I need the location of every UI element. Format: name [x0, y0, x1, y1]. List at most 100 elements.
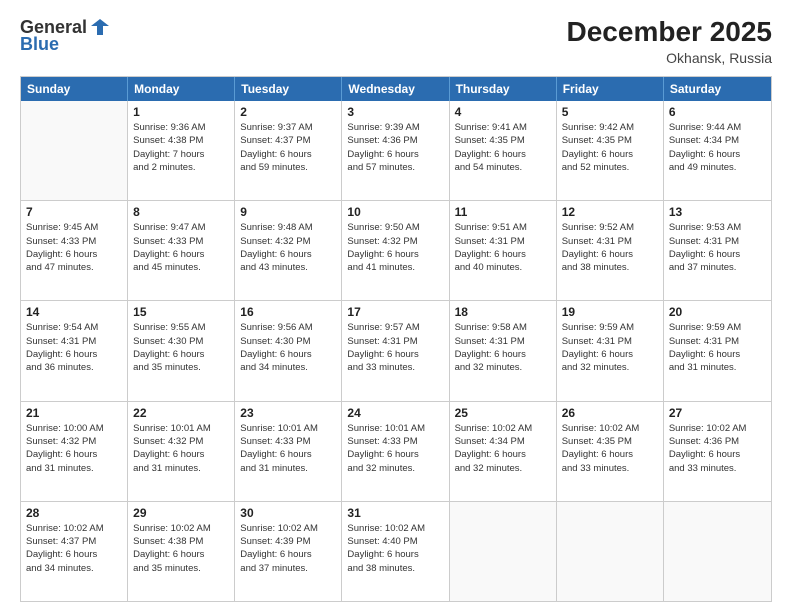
cell-info-line: Sunset: 4:38 PM	[133, 535, 229, 548]
cell-info-line: Sunset: 4:31 PM	[26, 335, 122, 348]
calendar-cell: 15 Sunrise: 9:55 AMSunset: 4:30 PMDayligh…	[128, 301, 235, 400]
day-number: 23	[240, 406, 336, 420]
calendar-body: 1Sunrise: 9:36 AMSunset: 4:38 PMDaylight…	[21, 101, 771, 601]
calendar-cell: 8Sunrise: 9:47 AMSunset: 4:33 PMDaylight…	[128, 201, 235, 300]
cell-info-line: Sunset: 4:33 PM	[26, 235, 122, 248]
cell-info-line: Sunrise: 9:51 AM	[455, 221, 551, 234]
cell-info-line: Daylight: 6 hours	[133, 348, 229, 361]
day-number: 8	[133, 205, 229, 219]
cell-info-line: and 32 minutes.	[455, 462, 551, 475]
cell-info-line: and 45 minutes.	[133, 261, 229, 274]
cell-info-line: and 35 minutes.	[133, 361, 229, 374]
cell-info-line: Daylight: 6 hours	[455, 148, 551, 161]
cell-info-line: Daylight: 6 hours	[347, 448, 443, 461]
cell-info-line: Sunrise: 10:01 AM	[240, 422, 336, 435]
header-day-saturday: Saturday	[664, 77, 771, 101]
cell-info-line: Sunset: 4:32 PM	[240, 235, 336, 248]
cell-info-line: and 31 minutes.	[669, 361, 766, 374]
cell-info-line: Sunset: 4:37 PM	[240, 134, 336, 147]
calendar-cell: 26Sunrise: 10:02 AMSunset: 4:35 PMDaylig…	[557, 402, 664, 501]
cell-info-line: Daylight: 6 hours	[26, 348, 122, 361]
cell-info-line: Sunset: 4:31 PM	[562, 335, 658, 348]
cell-info-line: Daylight: 7 hours	[133, 148, 229, 161]
cell-info-line: Sunrise: 9:44 AM	[669, 121, 766, 134]
cell-info-line: Sunset: 4:33 PM	[240, 435, 336, 448]
cell-info-line: Sunrise: 10:00 AM	[26, 422, 122, 435]
cell-info-line: Daylight: 6 hours	[455, 248, 551, 261]
cell-info-line: Daylight: 6 hours	[240, 548, 336, 561]
cell-info-line: Sunrise: 9:47 AM	[133, 221, 229, 234]
cell-info-line: Daylight: 6 hours	[455, 348, 551, 361]
location: Okhansk, Russia	[567, 50, 772, 66]
calendar-cell: 22Sunrise: 10:01 AMSunset: 4:32 PMDaylig…	[128, 402, 235, 501]
calendar-cell: 17Sunrise: 9:57 AMSunset: 4:31 PMDayligh…	[342, 301, 449, 400]
calendar-cell: 29Sunrise: 10:02 AMSunset: 4:38 PMDaylig…	[128, 502, 235, 601]
cell-info-line: and 41 minutes.	[347, 261, 443, 274]
cell-info-line: and 34 minutes.	[240, 361, 336, 374]
cell-info-line: and 43 minutes.	[240, 261, 336, 274]
day-number: 17	[347, 305, 443, 319]
cell-info-line: and 38 minutes.	[562, 261, 658, 274]
calendar-cell: 10Sunrise: 9:50 AMSunset: 4:32 PMDayligh…	[342, 201, 449, 300]
day-number: 1	[133, 105, 229, 119]
cell-info-line: and 31 minutes.	[240, 462, 336, 475]
calendar-week-5: 28Sunrise: 10:02 AMSunset: 4:37 PMDaylig…	[21, 502, 771, 601]
cell-info-line: Sunset: 4:35 PM	[455, 134, 551, 147]
calendar-cell	[21, 101, 128, 200]
cell-info-line: Sunrise: 10:02 AM	[240, 522, 336, 535]
cell-info-line: Sunset: 4:32 PM	[133, 435, 229, 448]
cell-info-line: and 36 minutes.	[26, 361, 122, 374]
day-number: 7	[26, 205, 122, 219]
calendar-cell: 16Sunrise: 9:56 AMSunset: 4:30 PMDayligh…	[235, 301, 342, 400]
cell-info-line: Sunset: 4:34 PM	[455, 435, 551, 448]
calendar-cell: 19Sunrise: 9:59 AMSunset: 4:31 PMDayligh…	[557, 301, 664, 400]
cell-info-line: Sunrise: 9:56 AM	[240, 321, 336, 334]
cell-info-line: and 59 minutes.	[240, 161, 336, 174]
cell-info-line: and 38 minutes.	[347, 562, 443, 575]
day-number: 14	[26, 305, 122, 319]
calendar-cell: 24Sunrise: 10:01 AMSunset: 4:33 PMDaylig…	[342, 402, 449, 501]
cell-info-line: Sunset: 4:30 PM	[133, 335, 229, 348]
cell-info-line: Sunset: 4:36 PM	[669, 435, 766, 448]
calendar-cell: 25Sunrise: 10:02 AMSunset: 4:34 PMDaylig…	[450, 402, 557, 501]
day-number: 4	[455, 105, 551, 119]
cell-info-line: Daylight: 6 hours	[562, 248, 658, 261]
calendar-cell: 28Sunrise: 10:02 AMSunset: 4:37 PMDaylig…	[21, 502, 128, 601]
calendar-cell: 18Sunrise: 9:58 AMSunset: 4:31 PMDayligh…	[450, 301, 557, 400]
cell-info-line: Daylight: 6 hours	[669, 348, 766, 361]
cell-info-line: and 33 minutes.	[669, 462, 766, 475]
cell-info-line: Sunrise: 9:45 AM	[26, 221, 122, 234]
cell-info-line: and 35 minutes.	[133, 562, 229, 575]
day-number: 15	[133, 305, 229, 319]
cell-info-line: Daylight: 6 hours	[347, 148, 443, 161]
cell-info-line: Sunset: 4:35 PM	[562, 435, 658, 448]
header-day-sunday: Sunday	[21, 77, 128, 101]
cell-info-line: Sunset: 4:32 PM	[26, 435, 122, 448]
day-number: 27	[669, 406, 766, 420]
calendar-week-3: 14Sunrise: 9:54 AMSunset: 4:31 PMDayligh…	[21, 301, 771, 401]
calendar-cell: 6Sunrise: 9:44 AMSunset: 4:34 PMDaylight…	[664, 101, 771, 200]
calendar-cell: 5Sunrise: 9:42 AMSunset: 4:35 PMDaylight…	[557, 101, 664, 200]
cell-info-line: and 34 minutes.	[26, 562, 122, 575]
cell-info-line: Sunset: 4:31 PM	[347, 335, 443, 348]
cell-info-line: and 2 minutes.	[133, 161, 229, 174]
cell-info-line: Daylight: 6 hours	[133, 448, 229, 461]
cell-info-line: Sunrise: 10:01 AM	[347, 422, 443, 435]
cell-info-line: Sunrise: 10:02 AM	[455, 422, 551, 435]
header-day-tuesday: Tuesday	[235, 77, 342, 101]
cell-info-line: Daylight: 6 hours	[562, 448, 658, 461]
cell-info-line: Sunrise: 9:55 AM	[133, 321, 229, 334]
cell-info-line: Daylight: 6 hours	[347, 348, 443, 361]
cell-info-line: Sunrise: 9:59 AM	[669, 321, 766, 334]
cell-info-line: and 33 minutes.	[347, 361, 443, 374]
cell-info-line: Sunset: 4:31 PM	[669, 335, 766, 348]
header-day-friday: Friday	[557, 77, 664, 101]
cell-info-line: Sunrise: 10:01 AM	[133, 422, 229, 435]
calendar: SundayMondayTuesdayWednesdayThursdayFrid…	[20, 76, 772, 602]
cell-info-line: Daylight: 6 hours	[26, 248, 122, 261]
cell-info-line: Daylight: 6 hours	[240, 448, 336, 461]
cell-info-line: Daylight: 6 hours	[669, 248, 766, 261]
day-number: 10	[347, 205, 443, 219]
calendar-week-1: 1Sunrise: 9:36 AMSunset: 4:38 PMDaylight…	[21, 101, 771, 201]
cell-info-line: Sunrise: 9:37 AM	[240, 121, 336, 134]
